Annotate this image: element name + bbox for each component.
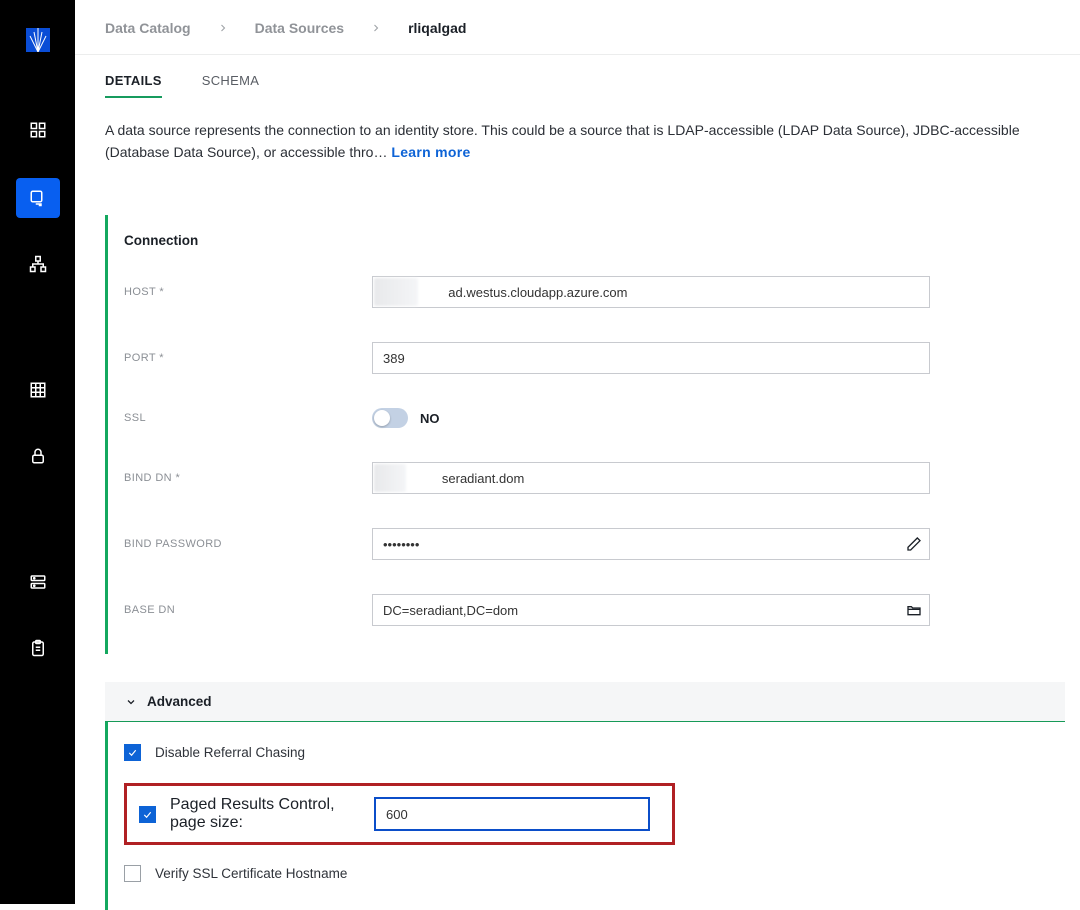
sidebar-item-servers[interactable] bbox=[16, 562, 60, 602]
tree-icon bbox=[29, 255, 47, 273]
connection-section: Connection HOST * PORT * SSL NO BIND DN … bbox=[105, 215, 1065, 654]
data-source-icon bbox=[29, 189, 47, 207]
advanced-title: Advanced bbox=[147, 694, 212, 709]
advanced-body: Disable Referral Chasing Paged Results C… bbox=[105, 722, 1065, 910]
description: A data source represents the connection … bbox=[75, 98, 1080, 163]
crumb-level-1[interactable]: Data Sources bbox=[255, 20, 344, 36]
base-dn-label: BASE DN bbox=[124, 604, 372, 616]
sidebar-item-tasks[interactable] bbox=[16, 628, 60, 668]
toggle-knob bbox=[374, 410, 390, 426]
field-bind-password: BIND PASSWORD bbox=[124, 528, 1065, 560]
host-input[interactable] bbox=[372, 276, 930, 308]
port-label: PORT * bbox=[124, 352, 372, 364]
host-label: HOST * bbox=[124, 286, 372, 298]
check-icon bbox=[127, 747, 138, 758]
bind-dn-input-wrap bbox=[372, 462, 930, 494]
field-host: HOST * bbox=[124, 276, 1065, 308]
disable-referral-row: Disable Referral Chasing bbox=[124, 744, 1065, 761]
base-dn-input[interactable] bbox=[372, 594, 930, 626]
connection-title: Connection bbox=[124, 233, 1065, 248]
sidebar-item-schema-tree[interactable] bbox=[16, 244, 60, 284]
bind-password-input-wrap bbox=[372, 528, 930, 560]
crumb-current: rliqalgad bbox=[408, 20, 466, 36]
breadcrumb: Data Catalog Data Sources rliqalgad bbox=[75, 0, 1080, 55]
host-input-wrap bbox=[372, 276, 930, 308]
paged-results-input[interactable] bbox=[374, 797, 650, 831]
sidebar-item-dashboard[interactable] bbox=[16, 110, 60, 150]
port-input[interactable] bbox=[372, 342, 930, 374]
tabs: DETAILS SCHEMA bbox=[75, 55, 1080, 98]
learn-more-link[interactable]: Learn more bbox=[391, 144, 470, 160]
table-icon bbox=[29, 381, 47, 399]
redacted-overlay bbox=[374, 278, 418, 306]
paged-results-row: Paged Results Control, page size: bbox=[124, 783, 675, 845]
bind-password-label: BIND PASSWORD bbox=[124, 538, 372, 550]
verify-ssl-row: Verify SSL Certificate Hostname bbox=[124, 865, 1065, 882]
app-logo-icon bbox=[26, 28, 50, 52]
sidebar-item-data-sources[interactable] bbox=[16, 178, 60, 218]
verify-ssl-label: Verify SSL Certificate Hostname bbox=[155, 866, 347, 881]
grid-icon bbox=[29, 121, 47, 139]
chevron-down-icon bbox=[125, 696, 137, 708]
disable-referral-checkbox[interactable] bbox=[124, 744, 141, 761]
ssl-toggle[interactable] bbox=[372, 408, 408, 428]
bind-dn-input[interactable] bbox=[372, 462, 930, 494]
verify-ssl-checkbox[interactable] bbox=[124, 865, 141, 882]
chevron-right-icon bbox=[217, 22, 229, 34]
chevron-right-icon bbox=[370, 22, 382, 34]
field-base-dn: BASE DN bbox=[124, 594, 1065, 626]
field-bind-dn: BIND DN * bbox=[124, 462, 1065, 494]
main-content: Data Catalog Data Sources rliqalgad DETA… bbox=[75, 0, 1080, 904]
folder-open-icon[interactable] bbox=[906, 602, 922, 618]
check-icon bbox=[142, 809, 153, 820]
sidebar-item-tables[interactable] bbox=[16, 370, 60, 410]
lock-icon bbox=[29, 447, 47, 465]
crumb-root[interactable]: Data Catalog bbox=[105, 20, 191, 36]
field-port: PORT * bbox=[124, 342, 1065, 374]
ssl-toggle-wrap: NO bbox=[372, 408, 440, 428]
ssl-label: SSL bbox=[124, 412, 372, 424]
field-ssl: SSL NO bbox=[124, 408, 1065, 428]
app-sidebar bbox=[0, 0, 75, 904]
sidebar-item-security[interactable] bbox=[16, 436, 60, 476]
description-text: A data source represents the connection … bbox=[105, 122, 1020, 160]
edit-icon[interactable] bbox=[906, 536, 922, 552]
paged-results-label: Paged Results Control, page size: bbox=[170, 796, 360, 832]
sidebar-group-2 bbox=[16, 178, 60, 284]
sidebar-group-4 bbox=[16, 562, 60, 668]
disable-referral-label: Disable Referral Chasing bbox=[155, 745, 305, 760]
ssl-value: NO bbox=[420, 411, 440, 426]
bind-dn-label: BIND DN * bbox=[124, 472, 372, 484]
bind-password-input[interactable] bbox=[372, 528, 930, 560]
tab-schema[interactable]: SCHEMA bbox=[202, 73, 259, 98]
server-icon bbox=[29, 573, 47, 591]
sidebar-group-1 bbox=[16, 110, 60, 150]
advanced-header[interactable]: Advanced bbox=[105, 682, 1065, 722]
tab-details[interactable]: DETAILS bbox=[105, 73, 162, 98]
clipboard-icon bbox=[29, 639, 47, 657]
base-dn-input-wrap bbox=[372, 594, 930, 626]
redacted-overlay bbox=[374, 464, 406, 492]
sidebar-group-3 bbox=[16, 370, 60, 476]
paged-results-checkbox[interactable] bbox=[139, 806, 156, 823]
